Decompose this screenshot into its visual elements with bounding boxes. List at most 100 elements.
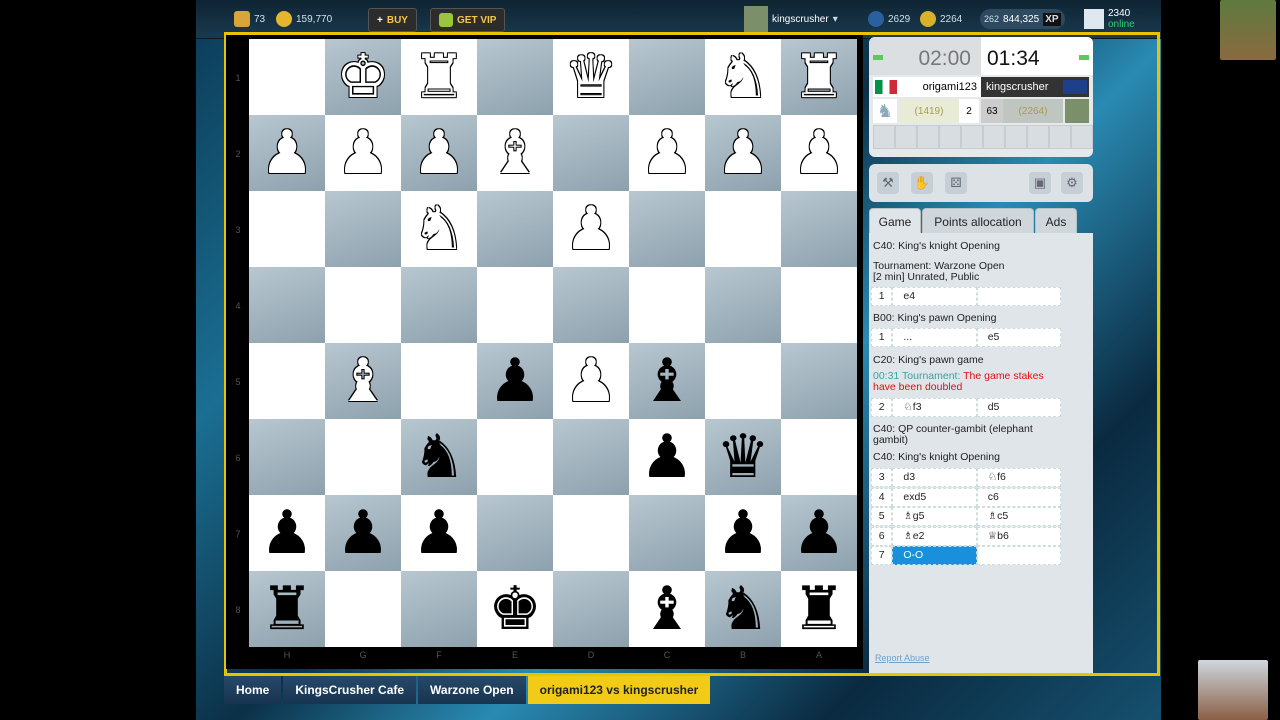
move-row[interactable]: 6 ♗e2 ♕b6 — [871, 526, 1061, 546]
black-move[interactable]: ♗c5 — [976, 507, 1061, 526]
white-pawn-icon[interactable]: ♟ — [564, 351, 618, 411]
black-move[interactable]: ♕b6 — [976, 526, 1061, 546]
black-queen-icon[interactable]: ♛ — [716, 427, 770, 487]
board-square[interactable]: ♟ — [553, 343, 629, 419]
board-square[interactable] — [705, 343, 781, 419]
board-square[interactable]: ♜ — [781, 39, 857, 115]
move-row[interactable]: 1 e4 — [871, 287, 1061, 306]
white-move[interactable]: ♗e2 — [892, 526, 977, 546]
board-square[interactable]: ♟ — [629, 115, 705, 191]
board-square[interactable] — [401, 267, 477, 343]
board-square[interactable]: ♟ — [401, 495, 477, 571]
resign-icon[interactable]: ⚒ — [877, 172, 899, 194]
board-square[interactable]: ♜ — [249, 571, 325, 647]
board-square[interactable]: ♟ — [705, 115, 781, 191]
move-row[interactable]: 5 ♗g5 ♗c5 — [871, 507, 1061, 526]
white-move[interactable]: d3 — [892, 468, 977, 487]
board-square[interactable] — [249, 191, 325, 267]
board-square[interactable]: ♟ — [477, 343, 553, 419]
board-square[interactable] — [325, 571, 401, 647]
white-pawn-icon[interactable]: ♟ — [260, 123, 314, 183]
tab-game[interactable]: Game — [869, 208, 921, 234]
board-square[interactable]: ♟ — [705, 495, 781, 571]
board-square[interactable] — [477, 419, 553, 495]
board-square[interactable]: ♟ — [249, 115, 325, 191]
white-knight-icon[interactable]: ♞ — [412, 199, 466, 259]
report-abuse-link[interactable]: Report Abuse — [875, 653, 1090, 664]
black-king-icon[interactable]: ♚ — [488, 579, 542, 639]
user-menu[interactable]: kingscrusher ▾ — [744, 6, 838, 32]
board-square[interactable] — [629, 39, 705, 115]
dice-icon[interactable]: ⚄ — [945, 172, 967, 194]
board-square[interactable] — [477, 39, 553, 115]
white-knight-icon[interactable]: ♞ — [716, 47, 770, 107]
board-square[interactable] — [401, 571, 477, 647]
tab-warzone-open[interactable]: Warzone Open — [418, 676, 526, 704]
tab-home[interactable]: Home — [224, 676, 282, 704]
board-square[interactable] — [477, 267, 553, 343]
black-pawn-icon[interactable]: ♟ — [336, 503, 390, 563]
board-square[interactable]: ♜ — [401, 39, 477, 115]
black-player[interactable]: kingscrusher — [981, 77, 1089, 97]
black-pawn-icon[interactable]: ♟ — [488, 351, 542, 411]
black-pawn-icon[interactable]: ♟ — [716, 503, 770, 563]
board-square[interactable] — [553, 495, 629, 571]
black-rook-icon[interactable]: ♜ — [792, 579, 846, 639]
white-pawn-icon[interactable]: ♟ — [640, 123, 694, 183]
move-row[interactable]: 3 d3 ♘f6 — [871, 468, 1061, 487]
board-square[interactable] — [477, 495, 553, 571]
draw-offer-icon[interactable]: ✋ — [911, 172, 933, 194]
board-square[interactable] — [401, 343, 477, 419]
tab-points-allocation[interactable]: Points allocation — [922, 208, 1034, 234]
board-square[interactable]: ♜ — [781, 571, 857, 647]
board-square[interactable]: ♛ — [553, 39, 629, 115]
white-move[interactable]: ♗g5 — [892, 507, 977, 526]
board-square[interactable]: ♟ — [629, 419, 705, 495]
white-move[interactable]: ... — [892, 328, 977, 347]
black-knight-icon[interactable]: ♞ — [412, 427, 466, 487]
black-pawn-icon[interactable]: ♟ — [640, 427, 694, 487]
board-square[interactable] — [325, 191, 401, 267]
buy-button[interactable]: + BUY — [368, 8, 417, 32]
white-player[interactable]: origami123 — [873, 77, 981, 97]
board-square[interactable]: ♞ — [401, 419, 477, 495]
board-square[interactable] — [629, 267, 705, 343]
black-knight-icon[interactable]: ♞ — [716, 579, 770, 639]
board-square[interactable]: ♟ — [781, 495, 857, 571]
board-square[interactable]: ♟ — [325, 115, 401, 191]
black-bishop-icon[interactable]: ♝ — [640, 351, 694, 411]
black-pawn-icon[interactable]: ♟ — [412, 503, 466, 563]
white-pawn-icon[interactable]: ♟ — [336, 123, 390, 183]
white-rook-icon[interactable]: ♜ — [412, 47, 466, 107]
tab-current-game[interactable]: origami123 vs kingscrusher — [527, 676, 711, 704]
board-square[interactable] — [629, 191, 705, 267]
black-move[interactable]: d5 — [976, 398, 1061, 417]
board-square[interactable]: ♝ — [629, 571, 705, 647]
tab-kingscrusher-cafe[interactable]: KingsCrusher Cafe — [283, 676, 417, 704]
board-square[interactable]: ♛ — [705, 419, 781, 495]
board-square[interactable] — [249, 419, 325, 495]
save-icon[interactable]: ▣ — [1029, 172, 1051, 194]
board-square[interactable]: ♚ — [325, 39, 401, 115]
black-move[interactable]: e5 — [976, 328, 1061, 347]
white-king-icon[interactable]: ♚ — [336, 47, 390, 107]
white-pawn-icon[interactable]: ♟ — [792, 123, 846, 183]
board-square[interactable]: ♝ — [477, 115, 553, 191]
black-pawn-icon[interactable]: ♟ — [792, 503, 846, 563]
white-move[interactable]: e4 — [892, 287, 977, 306]
move-row[interactable]: 7 O-O — [871, 546, 1061, 565]
move-row[interactable]: 2 ♘f3 d5 — [871, 398, 1061, 417]
board-square[interactable] — [553, 267, 629, 343]
black-rook-icon[interactable]: ♜ — [260, 579, 314, 639]
white-rook-icon[interactable]: ♜ — [792, 47, 846, 107]
board-square[interactable] — [325, 267, 401, 343]
move-row[interactable]: 4 exd5 c6 — [871, 487, 1061, 507]
move-row[interactable]: 1 ... e5 — [871, 328, 1061, 347]
board-square[interactable]: ♝ — [629, 343, 705, 419]
black-pawn-icon[interactable]: ♟ — [260, 503, 314, 563]
white-move[interactable]: exd5 — [892, 487, 977, 507]
white-move[interactable]: ♘f3 — [892, 398, 977, 417]
board-square[interactable] — [249, 39, 325, 115]
board-square[interactable] — [249, 267, 325, 343]
black-move[interactable]: ♘f6 — [976, 468, 1061, 487]
